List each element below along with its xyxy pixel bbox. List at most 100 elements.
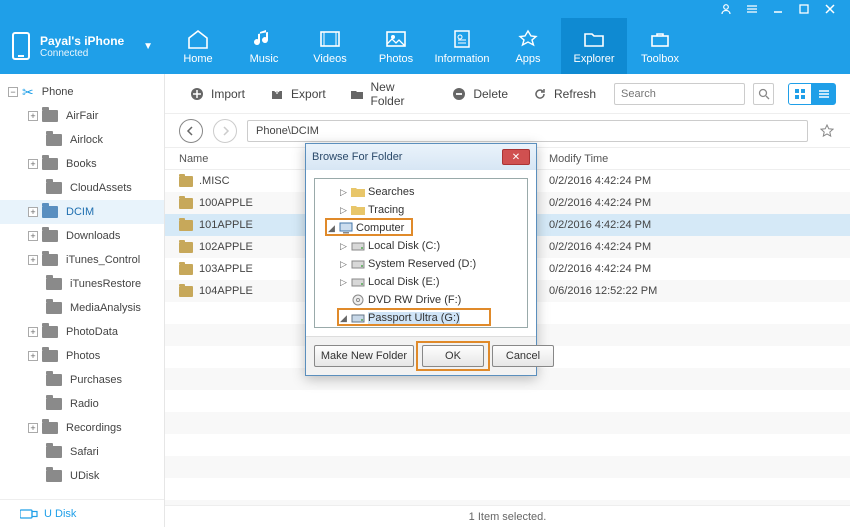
tree-expand-icon[interactable]: ▷ (339, 259, 348, 270)
search-button[interactable] (753, 83, 774, 105)
folder-icon (46, 182, 62, 194)
expand-icon[interactable]: + (28, 327, 38, 337)
device-selector[interactable]: Payal's iPhone Connected ▼ (0, 18, 165, 74)
menu-icon[interactable] (746, 3, 758, 15)
export-button[interactable]: Export (259, 82, 336, 106)
expand-icon[interactable]: + (28, 159, 38, 169)
sidebar-item-itunesrestore[interactable]: iTunesRestore (0, 272, 164, 296)
tree-item[interactable]: ▷Searches (317, 183, 525, 201)
tree-expand-icon[interactable]: ▷ (339, 241, 348, 252)
back-button[interactable] (179, 119, 203, 143)
sidebar-item-purchases[interactable]: Purchases (0, 368, 164, 392)
nav-photos[interactable]: Photos (363, 18, 429, 74)
status-bar: 1 Item selected. (165, 505, 850, 527)
sidebar-item-airfair[interactable]: +AirFair (0, 104, 164, 128)
tools-icon: ✂ (22, 84, 34, 101)
expand-icon[interactable]: + (28, 351, 38, 361)
tree-item[interactable]: ▷Tracing (317, 201, 525, 219)
folder-icon (42, 254, 58, 266)
sidebar-item-books[interactable]: +Books (0, 152, 164, 176)
maximize-icon[interactable] (798, 3, 810, 15)
sidebar-item-mediaanalysis[interactable]: MediaAnalysis (0, 296, 164, 320)
usb-icon (20, 508, 38, 520)
tree-expand-icon[interactable]: ◢ (339, 313, 348, 324)
folder-icon (42, 158, 58, 170)
favorite-button[interactable] (818, 122, 836, 140)
tree-item[interactable]: ◢Passport Ultra (G:) (317, 309, 525, 327)
folder-icon (46, 278, 62, 290)
expand-icon[interactable]: + (28, 207, 38, 217)
tree-item[interactable]: DVD RW Drive (F:) (317, 291, 525, 309)
ok-button[interactable]: OK (422, 345, 484, 367)
new-folder-button[interactable]: New Folder (340, 76, 438, 112)
folder-icon (179, 198, 193, 209)
browse-folder-dialog: Browse For Folder ✕ ▷Searches▷Tracing◢Co… (305, 143, 537, 376)
cancel-button[interactable]: Cancel (492, 345, 554, 367)
grid-view-button[interactable] (788, 83, 812, 105)
folder-icon (46, 398, 62, 410)
sidebar-item-itunes_control[interactable]: +iTunes_Control (0, 248, 164, 272)
search-field[interactable] (621, 88, 738, 100)
chevron-down-icon: ▼ (143, 41, 153, 52)
folder-tree[interactable]: ▷Searches▷Tracing◢Computer▷Local Disk (C… (314, 178, 528, 328)
tree-item[interactable]: .fseventsd (317, 327, 525, 328)
folder-icon (179, 264, 193, 275)
sidebar-item-cloudassets[interactable]: CloudAssets (0, 176, 164, 200)
expand-icon[interactable]: + (28, 255, 38, 265)
nav-videos[interactable]: Videos (297, 18, 363, 74)
tree-item[interactable]: ◢Computer (317, 219, 525, 237)
nav-apps[interactable]: Apps (495, 18, 561, 74)
sidebar-item-recordings[interactable]: +Recordings (0, 416, 164, 440)
dialog-titlebar[interactable]: Browse For Folder ✕ (306, 144, 536, 170)
search-icon (758, 88, 770, 100)
expand-icon[interactable]: + (28, 231, 38, 241)
tree-expand-icon[interactable]: ▷ (339, 205, 348, 216)
path-field[interactable]: Phone\DCIM (247, 120, 808, 142)
arrow-left-icon (186, 126, 196, 136)
sidebar-item-udisk[interactable]: UDisk (0, 464, 164, 488)
delete-button[interactable]: Delete (441, 82, 518, 106)
search-input[interactable] (614, 83, 745, 105)
import-button[interactable]: Import (179, 82, 255, 106)
nav-information[interactable]: Information (429, 18, 495, 74)
dialog-close-button[interactable]: ✕ (502, 149, 530, 165)
tree-item[interactable]: ▷System Reserved (D:) (317, 255, 525, 273)
refresh-button[interactable]: Refresh (522, 82, 606, 106)
information-icon (449, 28, 475, 50)
sidebar-item-safari[interactable]: Safari (0, 440, 164, 464)
sidebar-udisk[interactable]: U Disk (0, 499, 164, 527)
col-mtime[interactable]: Modify Time (549, 153, 850, 165)
folder-icon (42, 110, 58, 122)
sidebar-root-phone[interactable]: − ✂ Phone (0, 80, 164, 104)
nav-music[interactable]: Music (231, 18, 297, 74)
sidebar-item-photos[interactable]: +Photos (0, 344, 164, 368)
sidebar-item-radio[interactable]: Radio (0, 392, 164, 416)
refresh-icon (532, 86, 548, 102)
sidebar-item-photodata[interactable]: +PhotoData (0, 320, 164, 344)
folder-icon (46, 134, 62, 146)
make-new-folder-button[interactable]: Make New Folder (314, 345, 414, 367)
list-view-button[interactable] (812, 83, 836, 105)
sidebar-item-downloads[interactable]: +Downloads (0, 224, 164, 248)
arrow-right-icon (220, 126, 230, 136)
nav-home[interactable]: Home (165, 18, 231, 74)
tree-expand-icon[interactable]: ▷ (339, 277, 348, 288)
sidebar-item-dcim[interactable]: +DCIM (0, 200, 164, 224)
collapse-icon[interactable]: − (8, 87, 18, 97)
apps-icon (515, 28, 541, 50)
expand-icon[interactable]: + (28, 423, 38, 433)
tree-item[interactable]: ▷Local Disk (C:) (317, 237, 525, 255)
expand-icon[interactable]: + (28, 111, 38, 121)
close-icon[interactable] (824, 3, 836, 15)
tree-expand-icon[interactable]: ◢ (327, 223, 336, 234)
user-icon[interactable] (720, 3, 732, 15)
music-icon (251, 28, 277, 50)
forward-button (213, 119, 237, 143)
sidebar-item-airlock[interactable]: Airlock (0, 128, 164, 152)
nav-explorer[interactable]: Explorer (561, 18, 627, 74)
nav-toolbox[interactable]: Toolbox (627, 18, 693, 74)
minimize-icon[interactable] (772, 3, 784, 15)
tree-expand-icon[interactable]: ▷ (339, 187, 348, 198)
tree-item[interactable]: ▷Local Disk (E:) (317, 273, 525, 291)
phone-icon (12, 32, 30, 60)
